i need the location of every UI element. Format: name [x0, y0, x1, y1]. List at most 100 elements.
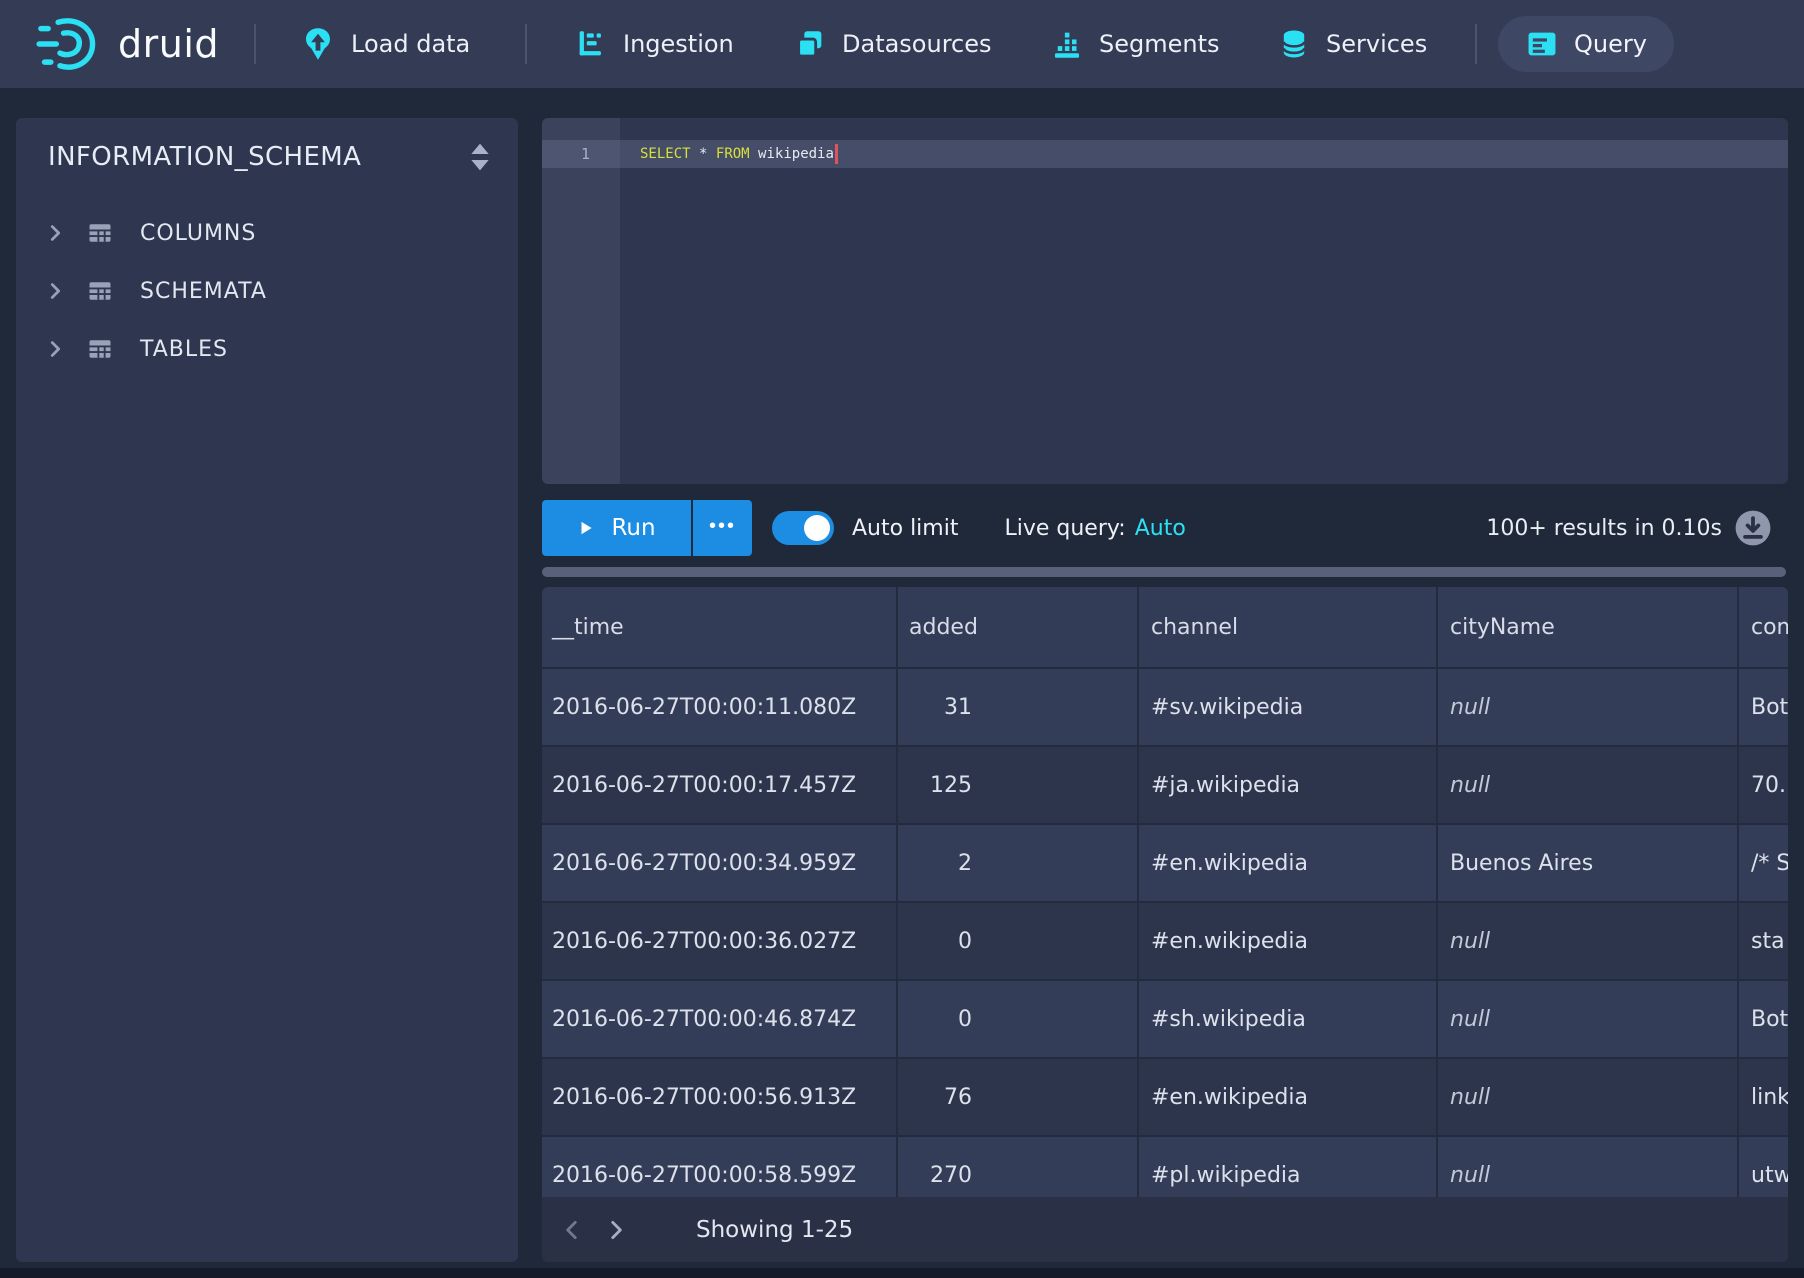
table-row: 2016-06-27T00:00:36.027Z 0 #en.wikipedia…: [542, 901, 1788, 979]
showing-range-label: Showing 1-25: [696, 1217, 853, 1243]
cell-time[interactable]: 2016-06-27T00:00:58.599Z: [542, 1137, 898, 1197]
nav-datasources-label: Datasources: [842, 30, 992, 58]
table-header-row: __time added channel cityName comment: [542, 587, 1788, 667]
auto-limit-label: Auto limit: [852, 516, 958, 541]
cell-channel[interactable]: #en.wikipedia: [1139, 825, 1438, 901]
pagination-next-button[interactable]: [594, 1208, 638, 1252]
sql-keyword: SELECT: [640, 146, 691, 162]
query-icon: [1525, 27, 1559, 61]
cell-added[interactable]: 125: [898, 747, 1139, 823]
toggle-knob: [804, 515, 830, 541]
nav-segments[interactable]: Segments: [1050, 0, 1220, 88]
cell-added[interactable]: 270: [898, 1137, 1139, 1197]
download-button[interactable]: [1734, 509, 1772, 547]
cell-channel[interactable]: #sv.wikipedia: [1139, 669, 1438, 745]
cell-comment[interactable]: linki: [1739, 1059, 1788, 1135]
run-button-label: Run: [611, 515, 655, 541]
sql-star: *: [699, 146, 707, 162]
schema-tree: COLUMNS SCHEMATA: [16, 204, 518, 378]
table-footer: Showing 1-25: [542, 1197, 1788, 1262]
download-icon: [1734, 509, 1772, 547]
live-query-label: Live query:: [1004, 516, 1125, 541]
cell-cityname[interactable]: null: [1438, 669, 1739, 745]
auto-limit-toggle[interactable]: [772, 511, 834, 545]
sql-text[interactable]: SELECT * FROM wikipedia: [640, 140, 838, 168]
sidebar-item-columns[interactable]: COLUMNS: [16, 204, 518, 262]
schema-sidebar: INFORMATION_SCHEMA COLUMNS: [16, 118, 518, 1262]
chevron-right-icon[interactable]: [44, 279, 84, 303]
cell-comment[interactable]: 70.1: [1739, 747, 1788, 823]
sidebar-item-schemata[interactable]: SCHEMATA: [16, 262, 518, 320]
cell-added[interactable]: 31: [898, 669, 1139, 745]
cell-added[interactable]: 0: [898, 903, 1139, 979]
cell-time[interactable]: 2016-06-27T00:00:46.874Z: [542, 981, 898, 1057]
cell-time[interactable]: 2016-06-27T00:00:36.027Z: [542, 903, 898, 979]
sidebar-item-tables[interactable]: TABLES: [16, 320, 518, 378]
cell-channel[interactable]: #sh.wikipedia: [1139, 981, 1438, 1057]
cell-channel[interactable]: #en.wikipedia: [1139, 903, 1438, 979]
cell-cityname[interactable]: Buenos Aires: [1438, 825, 1739, 901]
column-header-channel[interactable]: channel: [1139, 587, 1438, 667]
sort-toggle-icon[interactable]: [468, 142, 492, 172]
cell-cityname[interactable]: null: [1438, 1137, 1739, 1197]
logo-wordmark: druid: [118, 22, 219, 66]
nav-query-active[interactable]: Query: [1498, 16, 1674, 72]
cell-time[interactable]: 2016-06-27T00:00:17.457Z: [542, 747, 898, 823]
nav-datasources[interactable]: Datasources: [793, 0, 992, 88]
chevron-right-icon[interactable]: [44, 337, 84, 361]
column-header-cityname[interactable]: cityName: [1438, 587, 1739, 667]
top-navbar: druid Load data Ingestion: [0, 0, 1804, 88]
druid-logo-icon: [36, 15, 102, 73]
cell-cityname[interactable]: null: [1438, 903, 1739, 979]
segments-icon: [1050, 27, 1084, 61]
sql-editor[interactable]: 1 SELECT * FROM wikipedia: [542, 118, 1788, 484]
play-icon: [577, 519, 595, 537]
cell-channel[interactable]: #pl.wikipedia: [1139, 1137, 1438, 1197]
run-more-button[interactable]: •••: [693, 500, 752, 556]
column-header-added[interactable]: added: [898, 587, 1139, 667]
nav-segments-label: Segments: [1099, 30, 1220, 58]
cell-comment[interactable]: /* S: [1739, 825, 1788, 901]
cell-channel[interactable]: #ja.wikipedia: [1139, 747, 1438, 823]
druid-logo[interactable]: druid: [36, 0, 219, 88]
chevron-left-icon: [559, 1217, 585, 1243]
cell-time[interactable]: 2016-06-27T00:00:11.080Z: [542, 669, 898, 745]
sidebar-item-label: TABLES: [140, 337, 228, 362]
sql-identifier: wikipedia: [758, 146, 834, 162]
ingestion-icon: [574, 27, 608, 61]
nav-separator: [525, 24, 527, 64]
column-header-time[interactable]: __time: [542, 587, 898, 667]
cell-cityname[interactable]: null: [1438, 981, 1739, 1057]
cell-cityname[interactable]: null: [1438, 1059, 1739, 1135]
cell-added[interactable]: 0: [898, 981, 1139, 1057]
run-button[interactable]: Run: [542, 500, 691, 556]
table-row: 2016-06-27T00:00:34.959Z 2 #en.wikipedia…: [542, 823, 1788, 901]
cell-time[interactable]: 2016-06-27T00:00:34.959Z: [542, 825, 898, 901]
nav-load-data[interactable]: Load data: [300, 0, 470, 88]
cell-comment[interactable]: sta: [1739, 903, 1788, 979]
services-icon: [1277, 27, 1311, 61]
text-cursor: [835, 144, 838, 164]
cell-added[interactable]: 76: [898, 1059, 1139, 1135]
schema-title: INFORMATION_SCHEMA: [48, 142, 361, 172]
cell-comment[interactable]: utw: [1739, 1137, 1788, 1197]
cell-added[interactable]: 2: [898, 825, 1139, 901]
results-summary: 100+ results in 0.10s: [1486, 516, 1722, 541]
cell-comment[interactable]: Bot: [1739, 669, 1788, 745]
table-row: 2016-06-27T00:00:11.080Z 31 #sv.wikipedi…: [542, 667, 1788, 745]
nav-load-data-label: Load data: [351, 30, 470, 58]
column-header-comment[interactable]: comment: [1739, 587, 1788, 667]
cell-channel[interactable]: #en.wikipedia: [1139, 1059, 1438, 1135]
nav-ingestion[interactable]: Ingestion: [574, 0, 734, 88]
chevron-right-icon[interactable]: [44, 221, 84, 245]
cell-cityname[interactable]: null: [1438, 747, 1739, 823]
live-query-value[interactable]: Auto: [1135, 516, 1186, 541]
pagination-prev-button[interactable]: [550, 1208, 594, 1252]
horizontal-scrollbar[interactable]: [542, 567, 1786, 577]
editor-gutter: [542, 118, 620, 484]
nav-services[interactable]: Services: [1277, 0, 1427, 88]
cell-comment[interactable]: Bot: [1739, 981, 1788, 1057]
cell-time[interactable]: 2016-06-27T00:00:56.913Z: [542, 1059, 898, 1135]
table-row: 2016-06-27T00:00:56.913Z 76 #en.wikipedi…: [542, 1057, 1788, 1135]
nav-ingestion-label: Ingestion: [623, 30, 734, 58]
